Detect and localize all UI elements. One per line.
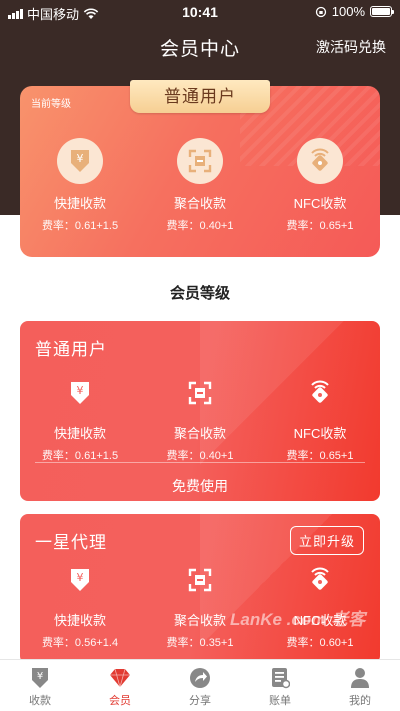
current-feature-aggregate-pay: 聚合收款 费率：0.40+1 [140, 138, 260, 233]
tab-label: 账单 [269, 695, 291, 707]
feature-rate: 费率：0.61+1.5 [41, 450, 119, 462]
feature-name: 快捷收款 [53, 426, 106, 441]
activation-code-redeem-button[interactable]: 激活码兑换 [316, 37, 386, 57]
feature-name: NFC收款 [293, 426, 347, 441]
level-card-basic[interactable]: 普通用户 ¥ 快捷收款 费率：0.61+1.5 聚合收款 费率：0.40+1 N… [20, 321, 380, 501]
feature-rate: 费率：0.65+1 [286, 450, 354, 462]
current-level-label: 当前等级 [31, 99, 71, 110]
section-title: 会员等级 [169, 285, 230, 302]
svg-text:¥: ¥ [77, 152, 84, 165]
tab-label: 分享 [189, 695, 211, 707]
current-level-badge: 普通用户 [130, 80, 270, 113]
yen-envelope-icon: ¥ [20, 375, 140, 411]
tab-member[interactable]: 会员 [80, 660, 160, 711]
yen-envelope-icon: ¥ [20, 562, 140, 598]
feature-name: 聚合收款 [173, 196, 226, 211]
tab-bar: ¥ 收款 会员 分享 账单 我的 [0, 659, 400, 711]
member-diamond-icon [80, 667, 160, 689]
divider [35, 462, 365, 463]
nav-bar: 会员中心 激活码兑换 [0, 28, 400, 64]
tab-receive[interactable]: ¥ 收款 [0, 660, 80, 711]
feature-rate: 费率：0.56+1.4 [41, 637, 119, 649]
level-feature-quick-pay: ¥ 快捷收款 费率：0.56+1.4 [20, 562, 140, 650]
status-bar: 中国移动 10:41 100% [0, 0, 400, 24]
level-feature-aggregate-pay: 聚合收款 费率：0.40+1 [140, 375, 260, 463]
feature-name: 聚合收款 [173, 426, 226, 441]
scan-icon [177, 138, 223, 184]
nfc-tag-icon [297, 138, 343, 184]
tab-label: 收款 [29, 695, 51, 707]
tab-label: 会员 [109, 695, 131, 707]
nfc-tag-icon [260, 562, 380, 598]
current-feature-quick-pay: ¥ 快捷收款 费率：0.61+1.5 [20, 138, 140, 233]
profile-icon [320, 667, 400, 689]
svg-text:¥: ¥ [77, 384, 84, 397]
feature-rate: 费率：0.35+1 [166, 637, 234, 649]
yen-envelope-icon: ¥ [57, 138, 103, 184]
tab-share[interactable]: 分享 [160, 660, 240, 711]
watermark: LanKe .com 老客 [230, 610, 366, 629]
feature-rate: 费率：0.61+1.5 [41, 220, 119, 232]
bill-icon [240, 667, 320, 689]
share-icon [160, 667, 240, 689]
feature-rate: 费率：0.65+1 [286, 220, 354, 232]
free-use-button[interactable]: 免费使用 [20, 476, 380, 496]
feature-name: NFC收款 [293, 196, 347, 211]
svg-text:¥: ¥ [77, 571, 84, 584]
battery-icon [370, 6, 394, 17]
feature-rate: 费率：0.60+1 [286, 637, 354, 649]
tab-profile[interactable]: 我的 [320, 660, 400, 711]
nfc-tag-icon [260, 375, 380, 411]
scan-icon [140, 375, 260, 411]
feature-rate: 费率：0.40+1 [166, 220, 234, 232]
scan-icon [140, 562, 260, 598]
orientation-lock-icon [315, 6, 326, 17]
level-card-one-star-agent: 一星代理 立即升级 ¥ 快捷收款 费率：0.56+1.4 聚合收款 费率：0.3… [20, 514, 380, 664]
level-feature-quick-pay: ¥ 快捷收款 费率：0.61+1.5 [20, 375, 140, 463]
feature-name: 快捷收款 [53, 196, 106, 211]
level-feature-nfc-pay: NFC收款 费率：0.65+1 [260, 375, 380, 463]
svg-text:¥: ¥ [37, 671, 43, 682]
current-feature-nfc-pay: NFC收款 费率：0.65+1 [260, 138, 380, 233]
battery-percent: 100% [331, 4, 365, 19]
feature-name: 快捷收款 [53, 613, 106, 628]
level-title: 一星代理 [35, 533, 107, 552]
level-title: 普通用户 [35, 340, 107, 359]
tab-bill[interactable]: 账单 [240, 660, 320, 711]
receive-icon: ¥ [0, 667, 80, 689]
feature-rate: 费率：0.40+1 [166, 450, 234, 462]
upgrade-now-button[interactable]: 立即升级 [289, 526, 364, 555]
tab-label: 我的 [349, 695, 371, 707]
